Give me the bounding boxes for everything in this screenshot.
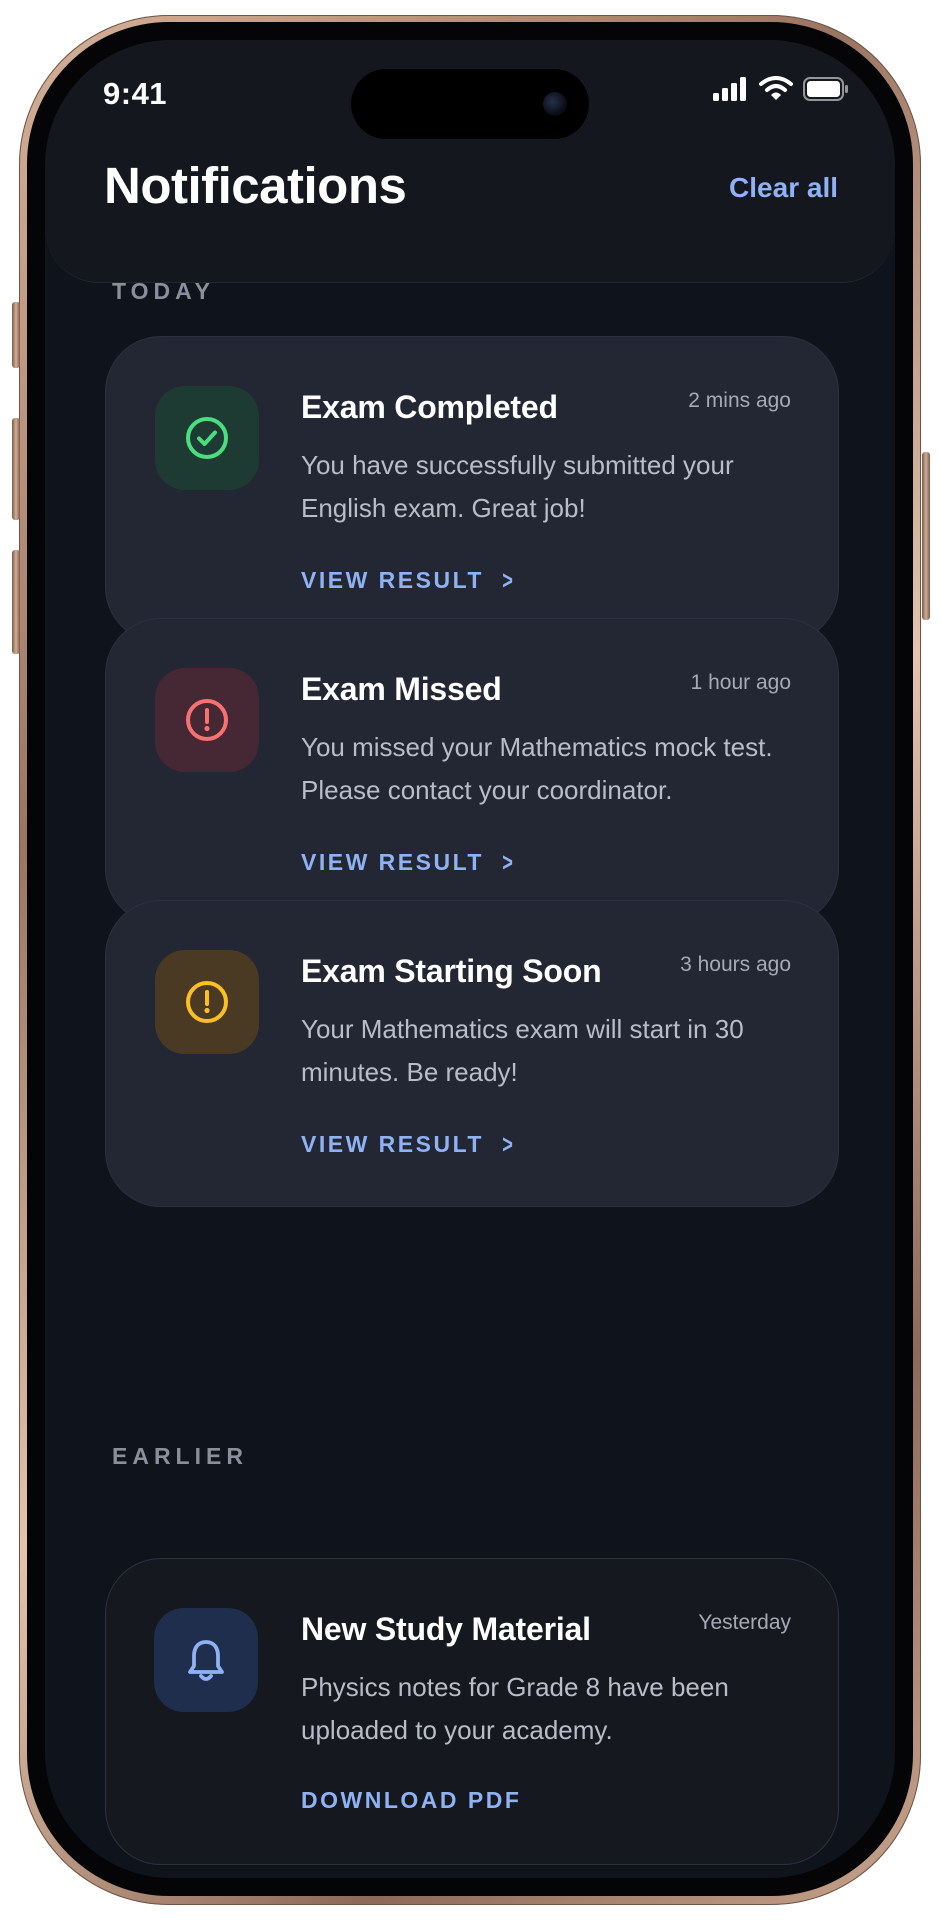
icon-tile [155,950,259,1054]
notification-card[interactable]: Exam Missed 1 hour ago You missed your M… [105,618,839,925]
view-result-button[interactable]: VIEW RESULT > [301,565,515,596]
power-button [922,452,930,620]
view-result-button[interactable]: VIEW RESULT > [301,1129,515,1160]
battery-icon [803,77,848,101]
app-screen: 9:41 Notifications Clear all TODAY Exam … [45,40,895,1878]
bell-icon [188,1640,224,1681]
front-camera [543,92,567,116]
volume-down-button [12,550,20,654]
status-icons [713,76,849,102]
chevron-right-icon: > [502,847,513,877]
status-time: 9:41 [103,76,168,111]
notification-time: 1 hour ago [690,671,791,694]
notification-body: You missed your Mathematics mock test. P… [301,732,773,805]
notification-card[interactable]: Exam Completed 2 mins ago You have succe… [105,336,839,643]
alert-circle-icon [186,981,228,1023]
wifi-icon [759,76,793,100]
alert-circle-icon [186,699,228,741]
icon-tile [154,1608,258,1712]
volume-up-button [12,418,20,520]
notification-title: Exam Completed [301,389,558,425]
download-pdf-button[interactable]: DOWNLOAD PDF [301,1787,521,1814]
notification-body: Physics notes for Grade 8 have been uplo… [301,1672,729,1745]
notification-title: New Study Material [301,1611,591,1647]
section-label-today: TODAY [112,278,215,304]
action-label: VIEW RESULT [301,849,484,875]
notification-body: Your Mathematics exam will start in 30 m… [301,1014,744,1087]
cellular-signal-icon [713,77,746,101]
notification-card[interactable]: New Study Material Yesterday Physics not… [105,1558,839,1865]
icon-tile [155,668,259,772]
dynamic-island [351,69,589,139]
notification-title: Exam Starting Soon [301,953,602,989]
notification-card[interactable]: Exam Starting Soon 3 hours ago Your Math… [105,900,839,1207]
notification-body: You have successfully submitted your Eng… [301,450,734,523]
section-label-earlier: EARLIER [112,1443,248,1469]
view-result-button[interactable]: VIEW RESULT > [301,847,515,878]
action-label: VIEW RESULT [301,567,484,593]
notification-title: Exam Missed [301,671,502,707]
app-header: 9:41 Notifications Clear all [45,40,895,283]
chevron-right-icon: > [502,565,513,595]
page-title: Notifications [104,157,407,214]
action-label: VIEW RESULT [301,1131,484,1157]
chevron-right-icon: > [502,1129,513,1159]
check-circle-icon [186,417,228,459]
clear-all-button[interactable]: Clear all [729,172,838,204]
notification-time: 3 hours ago [680,953,791,976]
notification-time: Yesterday [698,1611,791,1634]
action-label: DOWNLOAD PDF [301,1787,522,1813]
notification-time: 2 mins ago [688,389,791,412]
action-button [12,302,20,368]
icon-tile [155,386,259,490]
